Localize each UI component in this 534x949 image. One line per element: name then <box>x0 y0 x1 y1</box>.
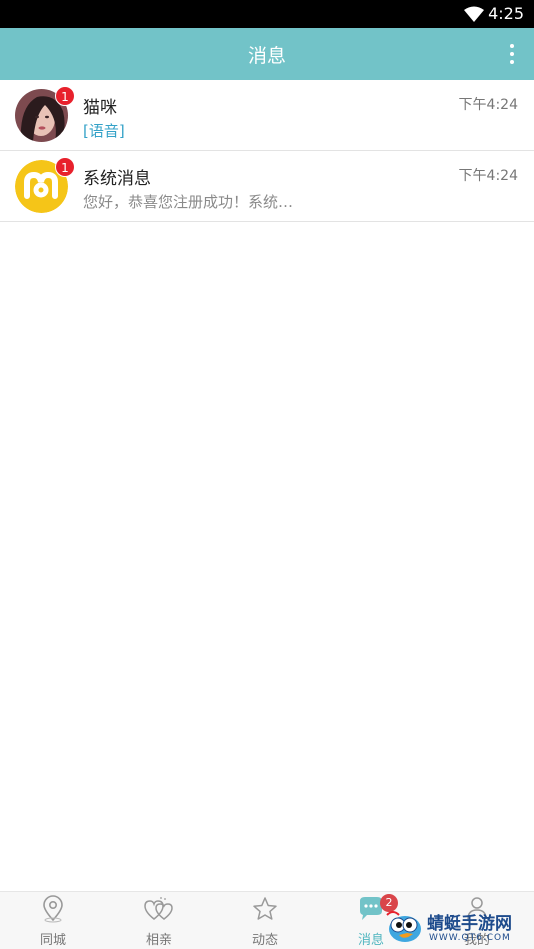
conversation-name: 猫咪 <box>83 98 117 118</box>
conversation-preview: [语音] <box>83 122 125 140</box>
site-watermark: 蜻蜓手游网 WWW.QT6.COM <box>383 905 528 949</box>
hearts-icon <box>144 897 173 920</box>
wifi-icon <box>464 6 484 22</box>
conversation-list: 1 猫咪 [语音] 下午4:24 1 系统消息 您好，恭喜您注册成功！系统… 下… <box>0 80 534 222</box>
tab-moments[interactable]: 动态 <box>212 892 318 949</box>
tab-label: 同城 <box>39 933 66 948</box>
unread-badge: 1 <box>55 157 75 177</box>
watermark-url: WWW.QT6.COM <box>429 933 511 943</box>
tab-dating[interactable]: 相亲 <box>106 892 212 949</box>
conversation-item[interactable]: 1 猫咪 [语音] 下午4:24 <box>0 80 534 151</box>
tab-nearby[interactable]: 同城 <box>0 892 106 949</box>
conversation-name: 系统消息 <box>83 169 151 189</box>
unread-badge: 1 <box>55 86 75 106</box>
conversation-time: 下午4:24 <box>458 168 518 184</box>
conversation-item[interactable]: 1 系统消息 您好，恭喜您注册成功！系统… 下午4:24 <box>0 151 534 222</box>
watermark-text: 蜻蜓手游网 <box>427 914 512 934</box>
tab-label: 动态 <box>251 933 278 948</box>
status-bar: 4:25 <box>0 0 534 28</box>
more-options-icon[interactable] <box>504 42 520 66</box>
dragonfly-mascot-icon <box>386 911 421 942</box>
app-bar: 消息 <box>0 28 534 80</box>
status-time: 4:25 <box>488 4 524 23</box>
star-icon <box>253 897 277 920</box>
conversation-time: 下午4:24 <box>458 97 518 113</box>
location-pin-icon <box>43 895 63 923</box>
conversation-preview: 您好，恭喜您注册成功！系统… <box>83 193 294 211</box>
page-title: 消息 <box>247 45 286 67</box>
tab-label: 相亲 <box>145 933 172 948</box>
